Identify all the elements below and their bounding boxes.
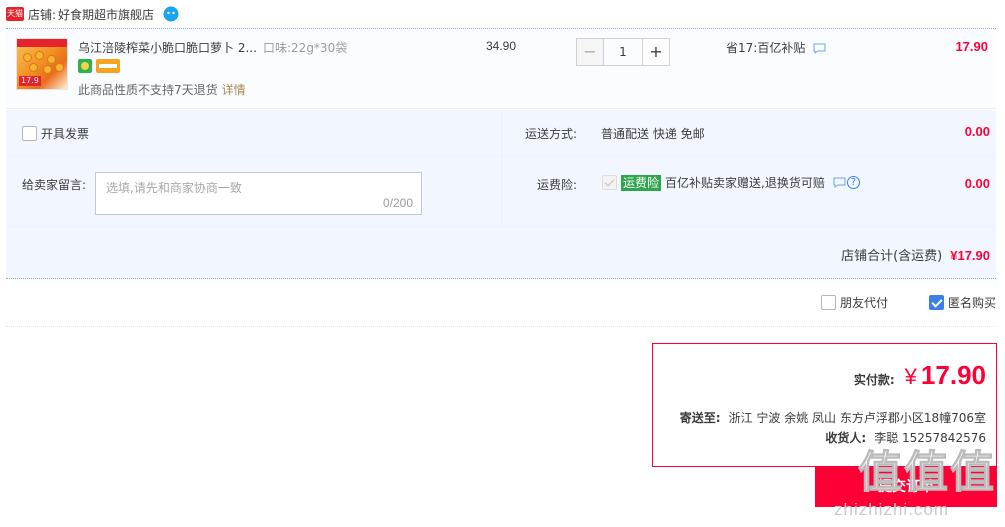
product-sku: 口味:22g*30袋: [263, 41, 348, 55]
quantity-increase-button[interactable]: +: [642, 38, 670, 66]
quantity-input[interactable]: 1: [604, 38, 642, 66]
comment-icon[interactable]: [813, 43, 826, 54]
service-badges: [78, 59, 120, 73]
actual-payment-label: 实付款:: [853, 373, 895, 387]
invoice-option[interactable]: 开具发票: [22, 125, 89, 142]
guarantee-icon: [78, 59, 92, 73]
shop-total-amount: ¥17.90: [950, 248, 990, 263]
discount-info: 省17:百亿补贴: [726, 39, 826, 56]
product-title-link[interactable]: 乌江涪陵榨菜小脆口脆口萝卜 2...: [78, 39, 257, 56]
actual-payment: 实付款: ¥ 17.90: [854, 360, 986, 391]
insurance-tag: 运费险: [621, 174, 662, 191]
shop-total: 店铺合计(含运费) ¥17.90: [841, 245, 990, 264]
actual-payment-amount: 17.90: [920, 360, 986, 390]
message-label: 给卖家留言:: [22, 178, 87, 192]
friend-pay-checkbox[interactable]: [821, 295, 836, 310]
anonymous-purchase-option[interactable]: 匿名购买: [929, 294, 996, 311]
quantity-decrease-button[interactable]: −: [576, 38, 604, 66]
comment-icon[interactable]: [833, 177, 846, 188]
credit-card-icon: [96, 59, 120, 73]
address-value: 浙江 宁波 余姚 凤山 东方卢浮郡小区18幢706室: [728, 411, 986, 425]
friend-pay-option[interactable]: 朋友代付: [821, 294, 888, 311]
order-options: 开具发票 给卖家留言: 选填,请先和商家协商一致 0/200 运送方式: 普通配…: [6, 110, 996, 278]
message-char-count: 0/200: [382, 196, 413, 210]
help-icon[interactable]: ?: [846, 176, 860, 189]
wangwang-chat-icon[interactable]: [162, 6, 180, 22]
watermark-logo: 值值值: [858, 447, 996, 499]
unit-price: 34.90: [486, 39, 517, 53]
shipping-price: 0.00: [964, 124, 990, 139]
address-label: 寄送至:: [679, 411, 721, 425]
message-placeholder: 选填,请先和商家协商一致: [106, 181, 242, 195]
shop-label: 店铺:: [28, 7, 57, 22]
insurance-price: 0.00: [964, 176, 990, 191]
shop-header: 天猫 店铺: 好食期超市旗舰店: [0, 0, 1005, 28]
watermark-url: zhizhizhi.com: [834, 500, 950, 519]
divider: [6, 326, 996, 327]
return-policy-detail-link[interactable]: 详情: [222, 83, 246, 97]
order-item-row: 17.9 乌江涪陵榨菜小脆口脆口萝卜 2... 口味:22g*30袋 此商品性质…: [6, 29, 996, 109]
insurance-label: 运费险:: [537, 178, 578, 192]
shop-name-link[interactable]: 好食期超市旗舰店: [58, 6, 154, 23]
currency-symbol: ¥: [904, 364, 917, 389]
thumbnail-price: 17.9: [19, 76, 41, 86]
shipping-insurance: 运费险 百亿补贴卖家赠送,退换货可赔 ?: [602, 174, 860, 191]
return-policy-note: 此商品性质不支持7天退货 详情: [78, 83, 246, 97]
shop-total-label: 店铺合计(含运费): [841, 249, 943, 264]
product-thumbnail[interactable]: 17.9: [16, 38, 68, 90]
quantity-stepper: − 1 +: [576, 38, 670, 66]
anonymous-checkbox[interactable]: [929, 295, 944, 310]
invoice-checkbox[interactable]: [22, 126, 37, 141]
divider: [6, 278, 996, 279]
shipping-address: 寄送至: 浙江 宁波 余姚 凤山 东方卢浮郡小区18幢706室: [680, 409, 986, 426]
item-subtotal: 17.90: [955, 39, 988, 54]
tmall-icon: 天猫: [6, 7, 24, 21]
insurance-text: 百亿补贴卖家赠送,退换货可赔: [665, 176, 825, 190]
shipping-label: 运送方式:: [525, 127, 578, 141]
insurance-checkbox: [602, 175, 617, 190]
seller-message-textarea[interactable]: 选填,请先和商家协商一致 0/200: [95, 172, 422, 215]
shipping-method: 普通配送 快递 免邮: [601, 127, 705, 141]
